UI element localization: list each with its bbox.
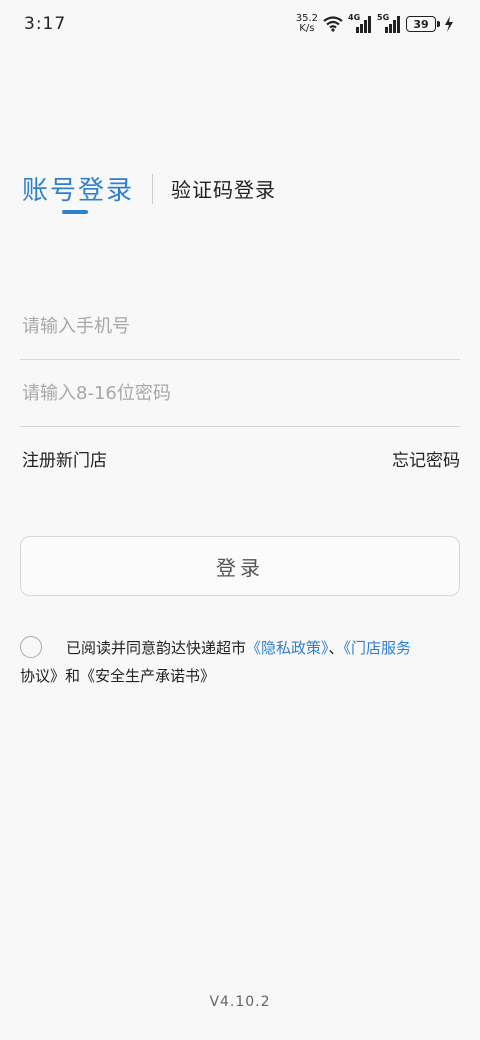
store-service-link-part2[interactable]: 协议》 [20,667,65,685]
signal-4g-label: 4G [348,13,361,22]
agreement-separator: 、 [328,639,344,657]
battery-level: 39 [413,17,429,31]
app-version: V4.10.2 [209,994,271,1010]
store-service-link-part1[interactable]: 《门店服务 [344,639,412,657]
account-links: 注册新门店 忘记密码 [22,446,460,471]
active-tab-indicator [62,210,88,214]
agreement-prefix: 已阅读并同意韵达快递超市 [66,639,247,657]
status-time: 3:17 [24,14,67,34]
tab-account-login[interactable]: 账号登录 [22,170,135,214]
forgot-password-link[interactable]: 忘记密码 [392,446,460,471]
status-icons: 35.2 K/s 4G 5G 39 [296,13,454,34]
tab-code-login-label: 验证码登录 [171,178,277,202]
tab-code-login[interactable]: 验证码登录 [171,174,276,203]
signal-5g-label: 5G [377,13,390,22]
login-button[interactable]: 登录 [20,536,460,596]
charging-icon [445,16,453,32]
network-speed: 35.2 K/s [296,14,318,34]
phone-field [20,294,460,360]
phone-input[interactable] [20,316,460,337]
tab-account-login-label: 账号登录 [22,176,135,206]
agreement-section: 已阅读并同意韵达快递超市《隐私政策》、《门店服务 协议》和《安全生产承诺书》 [20,634,460,690]
agreement-and: 和 [65,667,81,685]
login-tabs: 账号登录 验证码登录 [22,170,276,214]
agreement-checkbox[interactable] [20,636,42,658]
signal-4g: 4G [348,13,372,33]
agreement-text-line2: 协议》和《安全生产承诺书》 [20,662,460,690]
safety-commitment-link[interactable]: 《安全生产承诺书》 [80,667,215,685]
password-input[interactable] [20,383,460,404]
wifi-icon [323,16,343,32]
tab-divider [152,173,154,204]
signal-5g: 5G [377,13,401,33]
network-speed-unit: K/s [299,23,315,34]
register-store-link[interactable]: 注册新门店 [22,446,107,471]
battery-icon: 39 [406,16,440,32]
status-bar: 3:17 35.2 K/s 4G 5G 39 [0,0,480,48]
password-field [20,361,460,427]
agreement-text: 已阅读并同意韵达快递超市《隐私政策》、《门店服务 [20,634,460,662]
privacy-policy-link[interactable]: 《隐私政策》 [246,639,329,657]
